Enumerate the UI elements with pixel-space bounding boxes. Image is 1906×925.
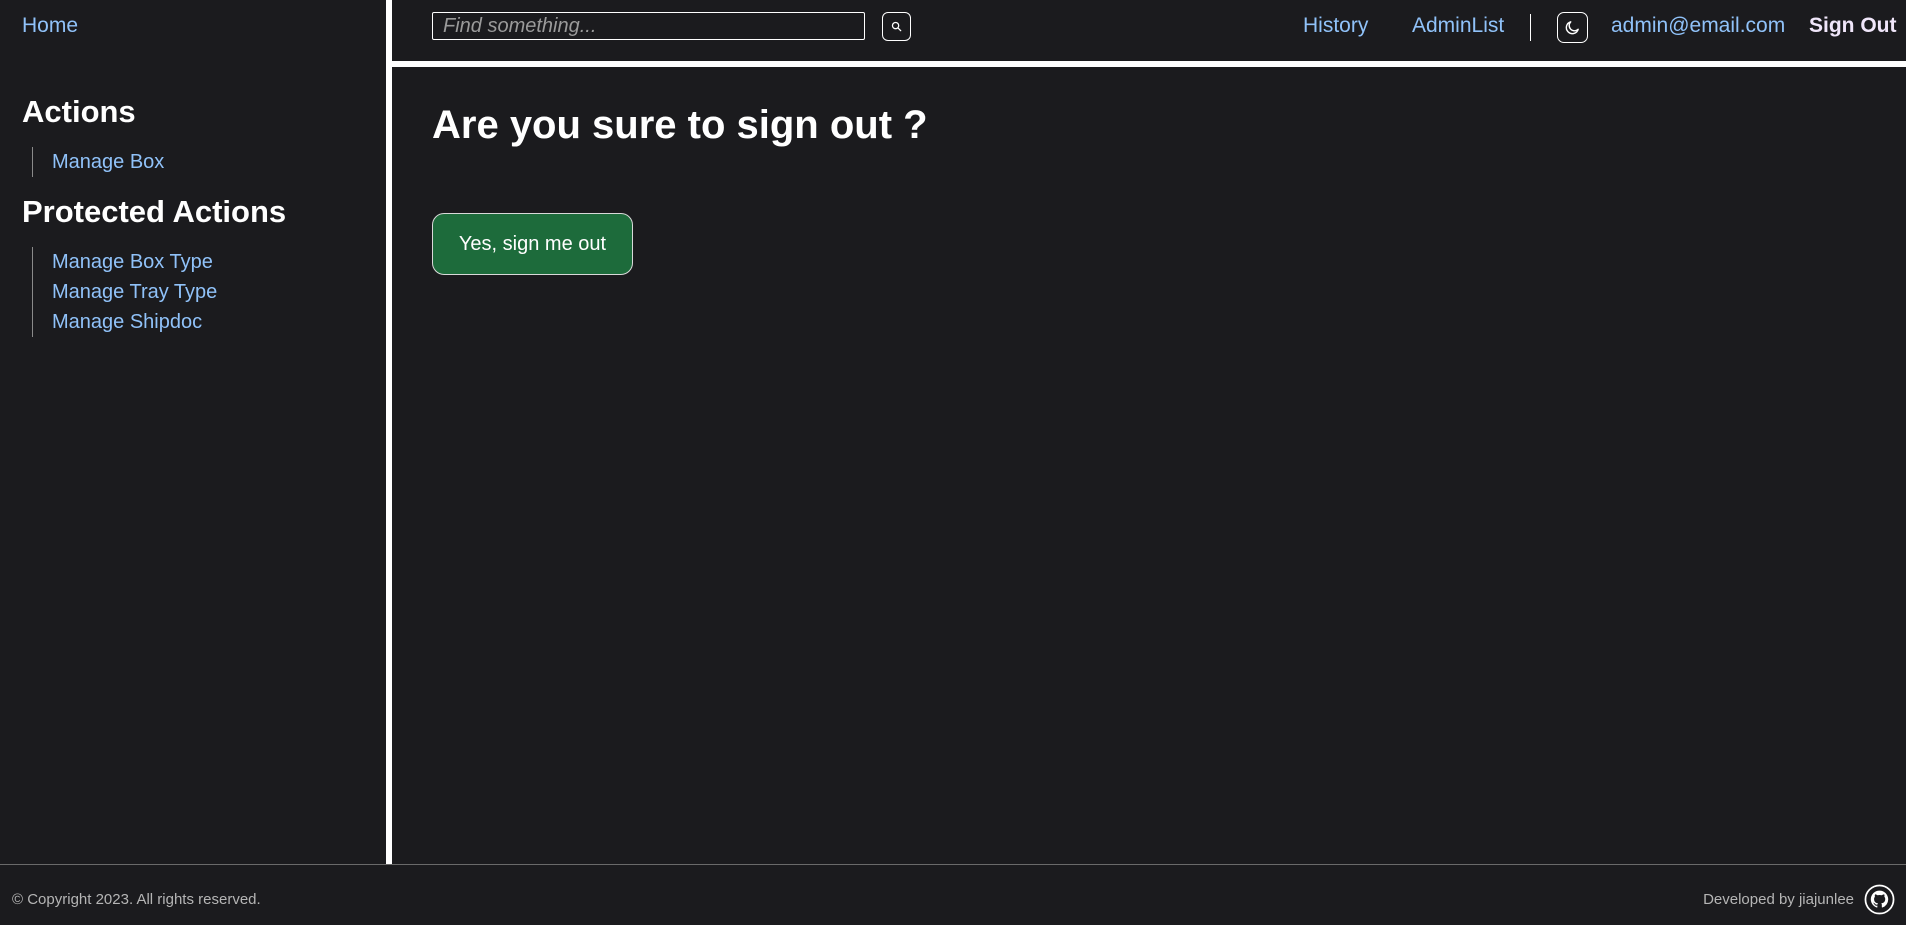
user-email-link[interactable]: admin@email.com (1611, 14, 1785, 38)
home-link[interactable]: Home (22, 14, 78, 38)
footer: © Copyright 2023. All rights reserved. D… (0, 864, 1906, 925)
admin-list-link[interactable]: AdminList (1412, 14, 1504, 38)
sidebar-item-manage-box[interactable]: Manage Box (52, 147, 164, 177)
theme-toggle-button[interactable] (1557, 12, 1588, 43)
main-content: Are you sure to sign out ? Yes, sign me … (392, 67, 1906, 864)
page-title: Are you sure to sign out ? (432, 103, 928, 147)
section-title-protected-actions: Protected Actions (22, 194, 287, 229)
header-separator (1530, 14, 1531, 41)
nav-group-protected-actions: Manage Box Type Manage Tray Type Manage … (32, 247, 217, 337)
section-title-actions: Actions (22, 94, 136, 129)
moon-icon (1565, 21, 1579, 35)
top-header: History AdminList admin@email.com Sign O… (392, 0, 1906, 61)
copyright-text: © Copyright 2023. All rights reserved. (12, 891, 261, 908)
sign-out-link[interactable]: Sign Out (1809, 14, 1897, 38)
app-root: Home Actions Manage Box Protected Action… (0, 0, 1906, 925)
sidebar-item-manage-tray-type[interactable]: Manage Tray Type (52, 277, 217, 307)
search-input[interactable] (432, 12, 865, 40)
history-link[interactable]: History (1303, 14, 1368, 38)
search-icon (891, 21, 902, 32)
search-button[interactable] (882, 12, 911, 41)
github-icon (1864, 884, 1895, 915)
nav-group-actions: Manage Box (32, 147, 164, 177)
sidebar-item-manage-shipdoc[interactable]: Manage Shipdoc (52, 307, 217, 337)
sidebar-item-manage-box-type[interactable]: Manage Box Type (52, 247, 217, 277)
sidebar: Home Actions Manage Box Protected Action… (0, 0, 386, 864)
github-link[interactable] (1864, 884, 1895, 915)
confirm-sign-out-button[interactable]: Yes, sign me out (432, 213, 633, 275)
developed-by-text: Developed by jiajunlee (1703, 891, 1854, 908)
